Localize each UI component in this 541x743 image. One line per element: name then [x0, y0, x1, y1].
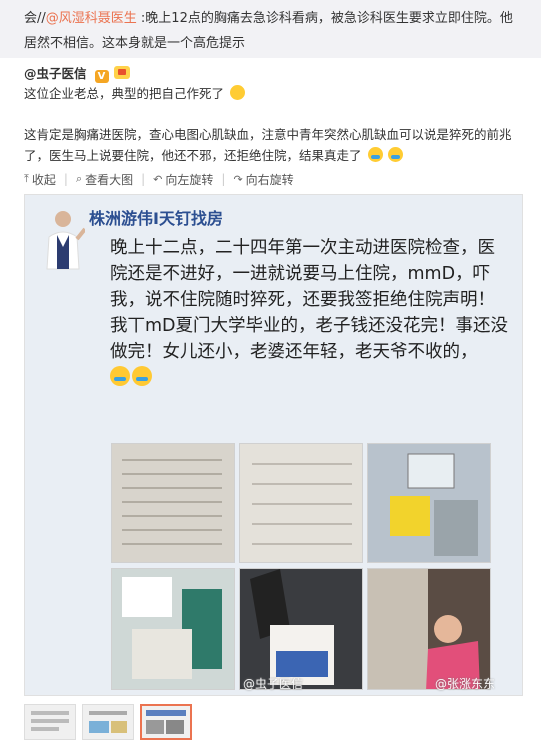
collapse-button[interactable]: ⤒ 收起	[24, 171, 56, 188]
thumbnail-2[interactable]	[82, 704, 134, 740]
thumbnail-ward[interactable]	[111, 568, 235, 690]
divider: |	[141, 172, 146, 186]
image-post-body: 晚上十二点，二十四年第一次主动进医院检查，医院还是不进好，一进就说要马上住院，m…	[110, 238, 509, 362]
crying-emoji-icon-2	[132, 366, 152, 386]
card-icon	[250, 569, 334, 685]
member-badge-icon	[114, 66, 131, 79]
monitor-icon	[390, 453, 478, 556]
cry-emoji-icon	[367, 147, 383, 162]
view-large-label: 查看大图	[85, 172, 134, 187]
thumb-preview-icon	[146, 710, 186, 734]
arrow-up-icon: ⤒	[24, 172, 29, 185]
repost-line: 这位企业老总，典型的把自己作死了	[24, 86, 225, 101]
rotate-left-button[interactable]: ↶ 向左旋转	[153, 171, 213, 188]
thumbnail-3-active[interactable]	[140, 704, 192, 740]
rotate-left-label: 向左旋转	[165, 172, 214, 187]
thumb-preview-icon	[89, 711, 127, 733]
rotate-right-icon: ↷	[233, 172, 243, 186]
document-icon	[122, 459, 222, 545]
post-body: 这肯定是胸痛进医院，查心电图心肌缺血，注意中青年突然心肌缺血可以说是猝死的前兆了…	[24, 124, 524, 166]
ward-icon	[122, 577, 222, 679]
collapse-label: 收起	[31, 172, 56, 187]
post-body-text: 这肯定是胸痛进医院，查心电图心肌缺血，注意中青年突然心肌缺血可以说是猝死的前兆了…	[24, 127, 512, 163]
rotate-right-button[interactable]: ↷ 向右旋转	[233, 171, 293, 188]
man-photo-icon	[41, 207, 85, 271]
view-large-button[interactable]: ⌕ 查看大图	[76, 171, 133, 188]
repost-block: @虫子医信 V 这位企业老总，典型的把自己作死了	[24, 64, 524, 104]
image-thumbnail-strip	[24, 704, 192, 740]
mention-link[interactable]: @风湿科聂医生	[46, 11, 137, 26]
document-icon	[252, 463, 352, 545]
image-header-title: 株洲游伟I天钉找房	[89, 209, 223, 228]
thumbnail-child[interactable]	[367, 568, 491, 690]
magnifier-icon: ⌕	[75, 172, 83, 185]
expanded-image[interactable]: 株洲游伟I天钉找房 晚上十二点，二十四年第一次主动进医院检查，医院还是不进好，一…	[24, 194, 523, 696]
emoji-icon	[230, 85, 245, 100]
repost-context-text: 会//@风湿科聂医生 :晚上12点的胸痛去急诊科看病，被急诊科医生要求立即住院。…	[24, 6, 524, 56]
image-toolbar: ⤒ 收起 | ⌕ 查看大图 | ↶ 向左旋转 | ↷ 向右旋转	[24, 170, 294, 188]
divider: |	[221, 172, 226, 186]
prefix-text: 会//	[24, 11, 46, 26]
thumbnail-1[interactable]	[24, 704, 76, 740]
cry-emoji-icon-2	[388, 147, 404, 162]
thumbnail-hospital-room[interactable]	[367, 443, 491, 563]
watermark-left: @虫子医信	[243, 677, 304, 691]
watermark-right: @张涨东东	[435, 677, 496, 691]
thumbnail-patient-card[interactable]	[239, 568, 363, 690]
rotate-right-label: 向右旋转	[245, 172, 294, 187]
crying-emoji-icon	[110, 366, 130, 386]
author-link[interactable]: @虫子医信	[24, 66, 87, 81]
child-icon	[368, 569, 480, 689]
thumbnail-record-1[interactable]	[111, 443, 235, 563]
rotate-left-icon: ↶	[153, 172, 163, 186]
thumbnail-record-2[interactable]	[239, 443, 363, 563]
divider: |	[63, 172, 68, 186]
thumb-preview-icon	[31, 711, 69, 731]
image-post-text: 晚上十二点，二十四年第一次主动进医院检查，医院还是不进好，一进就说要马上住院，m…	[110, 235, 510, 391]
verified-badge-icon: V	[94, 70, 109, 83]
